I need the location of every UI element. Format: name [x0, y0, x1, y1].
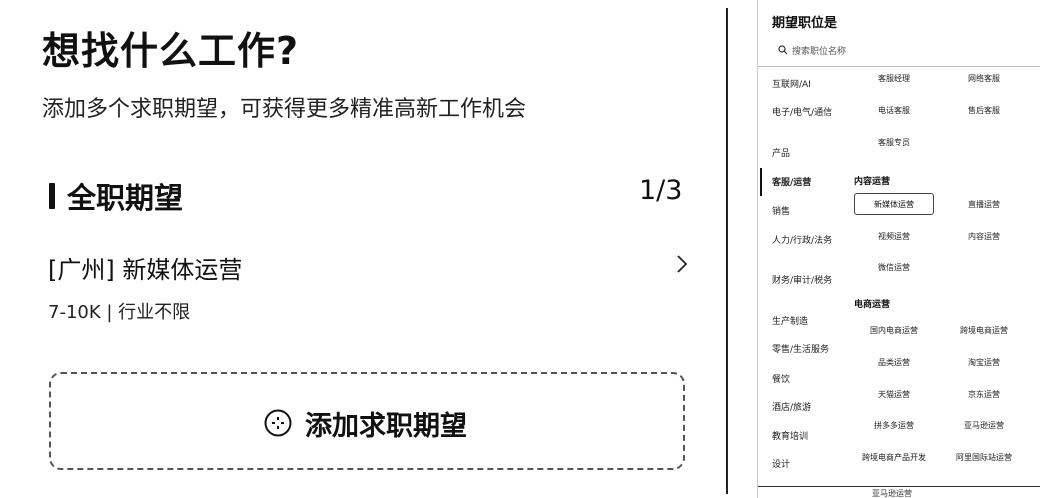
job-option[interactable]: 售后客服 [968, 105, 1000, 116]
job-option-selected[interactable]: 新媒体运营 [854, 193, 934, 215]
section-count: 1/3 [639, 175, 683, 206]
job-option[interactable]: 拼多多运营 [874, 420, 914, 431]
job-option[interactable]: 天猫运营 [878, 389, 910, 400]
category-item[interactable]: 销售 [772, 206, 834, 218]
main-area: 想找什么工作? 添加多个求职期望，可获得更多精准高新工作机会 全职期望 1/3 … [0, 0, 720, 498]
category-item[interactable]: 教育培训 [772, 431, 834, 443]
category-item[interactable]: 零售/生活服务 [772, 344, 834, 356]
category-item[interactable]: 财务/审计/税务 [772, 275, 834, 287]
category-item[interactable]: 人力/行政/法务 [772, 235, 834, 247]
job-option-cut[interactable]: 亚马逊运营 [872, 488, 912, 498]
job-expectation-item[interactable]: [广州] 新媒体运营 7-10K | 行业不限 [48, 244, 693, 324]
category-item[interactable]: 生产制造 [772, 316, 834, 328]
divider [726, 8, 728, 494]
job-option[interactable]: 直播运营 [968, 199, 1000, 210]
job-option[interactable]: 网络客服 [968, 73, 1000, 84]
job-picker-panel: 期望职位是 搜索职位名称 互联网/AI 电子/电气/通信 产品客服/运营销售人力/行… [757, 0, 1040, 498]
group-title: 电商运营 [854, 300, 891, 310]
category-item[interactable]: 设计 [772, 459, 834, 471]
search-icon [778, 45, 788, 55]
category-item[interactable]: 互联网/AI [772, 79, 834, 91]
job-option[interactable]: 微信运营 [878, 262, 910, 273]
group-title: 内容运营 [854, 177, 891, 187]
job-option[interactable]: 品类运营 [878, 357, 910, 368]
category-item[interactable]: 客服/运营 [772, 177, 834, 189]
search-placeholder: 搜索职位名称 [792, 46, 847, 57]
job-option[interactable]: 阿里国际站运营 [956, 452, 1012, 463]
chevron-right-icon [677, 255, 688, 273]
category-item[interactable]: 产品 [772, 148, 834, 160]
job-meta: 7-10K | 行业不限 [48, 302, 191, 323]
panel-title: 期望职位是 [772, 16, 838, 31]
active-category-marker [760, 168, 762, 196]
job-option[interactable]: 视频运营 [878, 231, 910, 242]
job-option[interactable]: 内容运营 [968, 231, 1000, 242]
category-item[interactable]: 餐饮 [772, 374, 834, 386]
add-expectation-button[interactable]: 添加求职期望 [49, 372, 685, 470]
job-option[interactable]: 客服专员 [878, 137, 910, 148]
panel-bottom-line [758, 486, 1040, 487]
page-subtitle: 添加多个求职期望，可获得更多精准高新工作机会 [42, 97, 527, 122]
search-input[interactable]: 搜索职位名称 [778, 42, 846, 58]
job-option[interactable]: 电话客服 [878, 105, 910, 116]
job-option[interactable]: 跨境电商产品开发 [862, 452, 926, 463]
section-title: 全职期望 [67, 181, 184, 215]
job-option[interactable]: 国内电商运营 [870, 325, 918, 336]
job-option[interactable]: 跨境电商运营 [960, 325, 1008, 336]
job-option[interactable]: 淘宝运营 [968, 357, 1000, 368]
category-item[interactable]: 电子/电气/通信 [772, 107, 834, 119]
job-title: [广州] 新媒体运营 [48, 256, 243, 284]
add-expectation-label: 添加求职期望 [305, 410, 467, 442]
job-option[interactable]: 京东运营 [968, 389, 1000, 400]
job-option[interactable]: 客服经理 [878, 73, 910, 84]
section-marker [49, 183, 55, 209]
panel-divider [758, 66, 1040, 67]
add-circle-icon [264, 409, 292, 437]
page-title: 想找什么工作? [42, 29, 300, 73]
category-item[interactable]: 酒店/旅游 [772, 402, 834, 414]
job-option[interactable]: 亚马逊运营 [964, 420, 1004, 431]
